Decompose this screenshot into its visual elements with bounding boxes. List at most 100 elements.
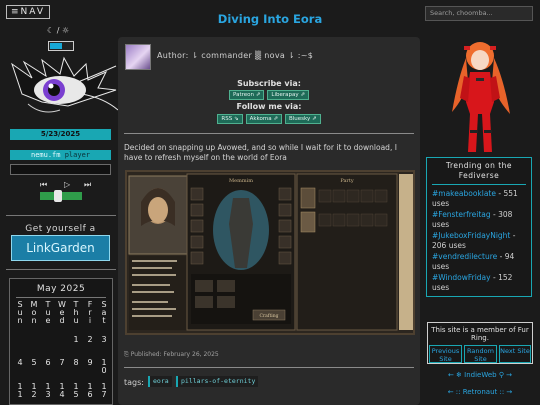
trending-item: #JukeboxFridayNight - 206 uses — [432, 231, 526, 251]
webring-text: This site is a member of Fur Ring. — [431, 326, 529, 342]
calendar-day: 9 — [87, 358, 93, 367]
trending-item: #makeabooklate - 551 uses — [432, 189, 526, 209]
post-author: Author: ⇂ commander ▒ nova ⇂ :~$ — [157, 51, 314, 60]
anime-character-illustration — [452, 42, 510, 152]
calendar-weekday: S u n — [17, 300, 23, 325]
toggle-knob — [50, 43, 62, 49]
game-crafting-button: Crafting — [260, 313, 279, 319]
calendar-weekday: F r i — [87, 300, 93, 325]
calendar-day: 1 7 — [101, 382, 107, 399]
calendar-weekdays: S u nM o nT u eW e dT h uF r iS a t — [13, 301, 111, 325]
trending-item: #Fensterfreitag - 308 uses — [432, 210, 526, 230]
calendar-day: 8 — [73, 358, 79, 367]
search-box[interactable]: Search, choomba... — [425, 6, 533, 21]
divider — [124, 367, 414, 368]
webring-widget: This site is a member of Fur Ring. Previ… — [427, 322, 533, 364]
trending-title: Trending on the Fediverse — [445, 161, 513, 180]
published-date: ⎘ Published: February 26, 2025 — [124, 351, 219, 358]
trending-divider — [432, 184, 526, 185]
calendar-day: 6 — [45, 358, 51, 367]
trending-hashtag-link[interactable]: #vendredilecture — [432, 252, 497, 261]
calendar-weekday: W e d — [58, 300, 66, 325]
game-screenshot-image: Memmim Crafting Party — [125, 170, 415, 335]
calendar-day: 3 — [101, 335, 107, 344]
game-panel-title: Memmim — [229, 178, 253, 184]
tag-link[interactable]: pillars-of-eternity — [176, 376, 259, 387]
calendar-day — [41, 336, 55, 344]
trending-item: #vendredilecture - 94 uses — [432, 252, 526, 272]
next-track-button[interactable]: ⏭ — [84, 180, 91, 190]
theme-toggle[interactable] — [48, 41, 74, 51]
webring-previous-button[interactable]: Previous Site — [429, 345, 462, 363]
post-body: Decided on snapping up Avowed, and so wh… — [124, 143, 397, 162]
calendar-day: 1 3 — [45, 382, 51, 399]
subscribe-links: Patreon ⇗ Liberapay ⇗ — [118, 90, 420, 100]
calendar-weekday: T h u — [73, 300, 79, 325]
calendar-day: 1 — [73, 335, 79, 344]
linkgarden-prompt: Get yourself a — [25, 224, 96, 234]
post-card: Author: ⇂ commander ▒ nova ⇂ :~$ Subscri… — [118, 37, 420, 405]
divider — [6, 269, 116, 270]
current-date: 5/23/2025 — [10, 129, 111, 140]
calendar-day: 1 4 — [59, 382, 65, 399]
calendar-weekday: T u e — [45, 300, 51, 325]
follow-link[interactable]: Akkoma ⇗ — [245, 114, 282, 124]
calendar-title: May 2025 — [36, 284, 86, 294]
eye-illustration-logo — [11, 56, 119, 113]
tag-link[interactable]: eora — [148, 376, 172, 387]
calendar-day: 1 6 — [87, 382, 93, 399]
calendar-week: 1 1 1 2 1 3 1 4 1 5 1 6 1 7 — [13, 383, 111, 399]
calendar-day: 2 — [87, 335, 93, 344]
webring-next-button[interactable]: Next Site — [499, 345, 531, 363]
tags-label: tags: — [124, 378, 144, 387]
author-avatar[interactable] — [125, 44, 151, 70]
retronaut-webring-link[interactable]: ← :: Retronaut :: → — [426, 388, 534, 396]
calendar-divider — [16, 297, 106, 298]
calendar-week: 123 — [13, 336, 111, 344]
follow-links: RSS ⇘ Akkoma ⇗ Bluesky ⇗ — [118, 114, 420, 124]
trending-hashtag-link[interactable]: #makeabooklate — [432, 189, 496, 198]
follow-link[interactable]: RSS ⇘ — [217, 114, 243, 124]
subscribe-link[interactable]: Patreon ⇗ — [229, 90, 265, 100]
linkgarden-button[interactable]: LinkGarden — [11, 235, 110, 261]
calendar-day: 1 5 — [73, 382, 79, 399]
calendar-week: 456789 1 0 — [13, 359, 111, 375]
calendar-day: 1 2 — [31, 382, 37, 399]
follow-link[interactable]: Bluesky ⇗ — [284, 114, 321, 124]
volume-slider[interactable] — [40, 190, 82, 202]
divider — [124, 133, 414, 134]
radio-player-label: nemu.fm player — [10, 150, 111, 160]
game-party-label: Party — [340, 178, 354, 184]
calendar-day: 1 1 — [17, 382, 23, 399]
calendar-day: 5 — [31, 358, 37, 367]
trending-hashtag-link[interactable]: #WindowFriday — [432, 273, 491, 282]
divider — [6, 215, 116, 216]
webring-random-button[interactable]: Random Site — [464, 345, 497, 363]
calendar-weekday: S a t — [101, 300, 107, 325]
player-label: player — [64, 151, 91, 159]
subscribe-link[interactable]: Liberapay ⇗ — [267, 90, 309, 100]
calendar-day: 4 — [17, 358, 23, 367]
theme-icons: ☾ / ☼ — [47, 26, 70, 35]
page-title: Diving Into Eora — [217, 12, 323, 26]
calendar: May 2025 S u n M o n T u e W e d T h u F r i S… — [9, 278, 113, 405]
calendar-day — [55, 336, 69, 344]
volume-slider-handle[interactable] — [54, 190, 62, 202]
trending-hashtag-link[interactable]: #JukeboxFridayNight — [432, 231, 510, 240]
calendar-day: 1 0 — [101, 358, 107, 375]
trending-item: #WindowFriday - 152 uses — [432, 273, 526, 293]
calendar-day — [13, 336, 27, 344]
follow-heading: Follow me via: — [236, 102, 302, 111]
prev-track-button[interactable]: ⏮ — [40, 180, 47, 190]
player-track-display — [10, 164, 111, 175]
nav-menu-button[interactable]: ≡NAV — [6, 5, 50, 19]
subscribe-heading: Subscribe via: — [237, 79, 301, 88]
calendar-weekday: M o n — [30, 300, 38, 325]
play-button[interactable]: ▷ — [64, 180, 70, 189]
calendar-day: 7 — [59, 358, 65, 367]
trending-hashtag-link[interactable]: #Fensterfreitag — [432, 210, 491, 219]
player-name: nemu.fm — [30, 151, 61, 159]
calendar-day — [27, 336, 41, 344]
fediverse-trending-widget: Trending on the Fediverse #makeabooklate… — [426, 157, 532, 297]
indieweb-webring-link[interactable]: ← ❄ IndieWeb ⚲ → — [426, 371, 534, 379]
